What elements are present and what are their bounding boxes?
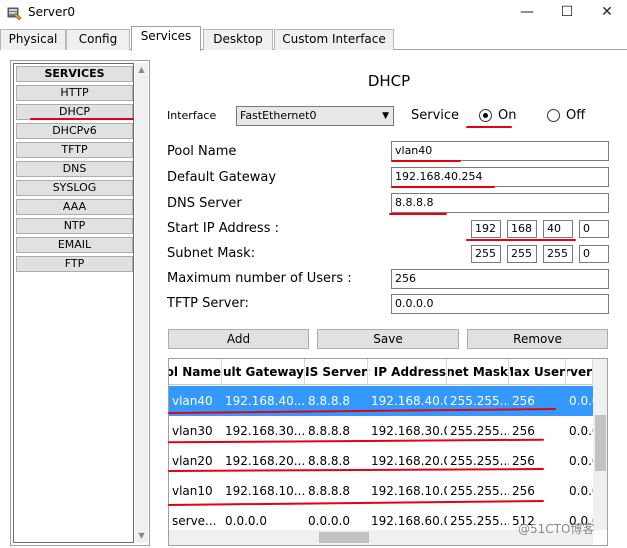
annotation-underline xyxy=(391,186,495,188)
tab-custom-interface[interactable]: Custom Interface xyxy=(274,29,394,50)
services-scrollbar[interactable]: ▲ ▼ xyxy=(135,63,148,543)
annotation-underline xyxy=(466,126,512,128)
service-item-email[interactable]: EMAIL xyxy=(16,237,133,253)
column-header-subnet-mask[interactable]: Subnet Mask xyxy=(448,359,509,385)
service-off-radio[interactable] xyxy=(547,109,560,122)
interface-select[interactable]: FastEthernet0 ▼ xyxy=(236,106,394,126)
scroll-thumb[interactable] xyxy=(319,532,369,543)
column-header-tftp[interactable]: TFTP Server xyxy=(567,359,593,385)
column-header-max-user[interactable]: Max User xyxy=(510,359,566,385)
interface-label: Interface xyxy=(167,109,217,122)
annotation-underline xyxy=(391,160,461,162)
mask-octet-3[interactable]: 255 xyxy=(543,245,573,263)
start-ip-octet-3[interactable]: 40 xyxy=(543,220,573,238)
service-on-radio[interactable] xyxy=(479,109,492,122)
window-title: Server0 xyxy=(28,5,75,19)
cell-tftp: 0.0.0.0 xyxy=(569,484,593,498)
services-list: SERVICES HTTP DHCP DHCPv6 TFTP DNS SYSLO… xyxy=(13,63,134,543)
add-button[interactable]: Add xyxy=(168,329,309,349)
mask-label: Subnet Mask: xyxy=(167,246,256,261)
scroll-up-icon[interactable]: ▲ xyxy=(135,63,148,77)
cell-max-user: 256 xyxy=(512,394,535,408)
dns-input[interactable]: 8.8.8.8 xyxy=(391,193,609,213)
interface-value: FastEthernet0 xyxy=(240,109,317,122)
service-item-http[interactable]: HTTP xyxy=(16,85,133,101)
start-ip-octet-4[interactable]: 0 xyxy=(579,220,609,238)
watermark: @51CTO博客 xyxy=(518,522,595,536)
annotation-underline xyxy=(466,239,576,241)
column-header-start-ip[interactable]: Start IP Address xyxy=(369,359,447,385)
service-item-ntp[interactable]: NTP xyxy=(16,218,133,234)
pool-name-label: Pool Name xyxy=(167,144,237,159)
cell-dns: 8.8.8.8 xyxy=(308,454,350,468)
cell-tftp: 0.0.0.0 xyxy=(569,424,593,438)
cell-tftp: 0.0.0.0 xyxy=(569,394,593,408)
service-item-ftp[interactable]: FTP xyxy=(16,256,133,272)
cell-mask: 255.255.... xyxy=(450,394,509,408)
max-users-input[interactable]: 256 xyxy=(391,269,609,289)
cell-pool-name: vlan10 xyxy=(172,484,213,498)
tab-services[interactable]: Services xyxy=(131,26,201,51)
tab-config[interactable]: Config xyxy=(66,29,130,50)
page-title: DHCP xyxy=(367,72,411,90)
remove-button[interactable]: Remove xyxy=(467,329,608,349)
cell-max-user: 256 xyxy=(512,424,535,438)
service-item-aaa[interactable]: AAA xyxy=(16,199,133,215)
server-app-icon xyxy=(7,7,22,21)
radio-selected-icon xyxy=(483,113,488,118)
tab-physical[interactable]: Physical xyxy=(0,29,66,50)
annotation-underline xyxy=(30,118,134,120)
pool-name-input[interactable]: vlan40 xyxy=(391,141,609,161)
cell-mask: 255.255.... xyxy=(450,424,509,438)
service-label: Service xyxy=(411,108,460,123)
dns-label: DNS Server xyxy=(167,196,242,211)
tftp-label: TFTP Server: xyxy=(167,296,249,311)
pools-table: Pool Name Default Gateway DNS Server Sta… xyxy=(168,358,608,546)
service-item-syslog[interactable]: SYSLOG xyxy=(16,180,133,196)
service-item-dns[interactable]: DNS xyxy=(16,161,133,177)
service-off-label: Off xyxy=(566,108,586,123)
start-ip-label: Start IP Address : xyxy=(167,221,279,236)
start-ip-octet-2[interactable]: 168 xyxy=(507,220,537,238)
mask-octet-2[interactable]: 255 xyxy=(507,245,537,263)
mask-octet-4[interactable]: 0 xyxy=(579,245,609,263)
cell-tftp: 0.0.0.0 xyxy=(569,454,593,468)
service-item-dhcpv6[interactable]: DHCPv6 xyxy=(16,123,133,139)
column-header-default-gateway[interactable]: Default Gateway xyxy=(223,359,305,385)
tab-bar: Physical Config Services Desktop Custom … xyxy=(0,26,627,51)
title-bar: Server0 — ☐ ✕ xyxy=(0,0,627,26)
start-ip-octet-1[interactable]: 192 xyxy=(471,220,501,238)
close-button[interactable]: ✕ xyxy=(587,0,627,24)
annotation-underline xyxy=(389,213,447,215)
cell-mask: 255.255.... xyxy=(450,454,509,468)
chevron-down-icon: ▼ xyxy=(382,111,389,121)
tftp-input[interactable]: 0.0.0.0 xyxy=(391,294,609,314)
service-on-label: On xyxy=(498,108,517,123)
dhcp-config-panel: DHCP Interface FastEthernet0 ▼ Service O… xyxy=(158,56,620,546)
mask-octet-1[interactable]: 255 xyxy=(471,245,501,263)
cell-gateway: 192.168.10.... xyxy=(225,484,305,498)
table-header: Pool Name Default Gateway DNS Server Sta… xyxy=(169,359,607,385)
services-header: SERVICES xyxy=(16,66,133,82)
gateway-input[interactable]: 192.168.40.254 xyxy=(391,167,609,187)
maximize-button[interactable]: ☐ xyxy=(547,0,587,24)
max-users-label: Maximum number of Users : xyxy=(167,271,352,286)
scroll-down-icon[interactable]: ▼ xyxy=(135,529,148,543)
cell-max-user: 256 xyxy=(512,454,535,468)
services-panel: SERVICES HTTP DHCP DHCPv6 TFTP DNS SYSLO… xyxy=(10,60,150,546)
gateway-label: Default Gateway xyxy=(167,170,277,185)
table-vertical-scrollbar[interactable] xyxy=(593,359,607,530)
column-header-pool-name[interactable]: Pool Name xyxy=(169,359,222,385)
save-button[interactable]: Save xyxy=(317,329,459,349)
service-item-tftp[interactable]: TFTP xyxy=(16,142,133,158)
column-header-dns-server[interactable]: DNS Server xyxy=(306,359,368,385)
minimize-button[interactable]: — xyxy=(507,0,547,24)
tab-desktop[interactable]: Desktop xyxy=(203,29,273,50)
scroll-thumb[interactable] xyxy=(595,415,606,471)
cell-start-ip: 192.168.20.0 xyxy=(371,454,447,468)
